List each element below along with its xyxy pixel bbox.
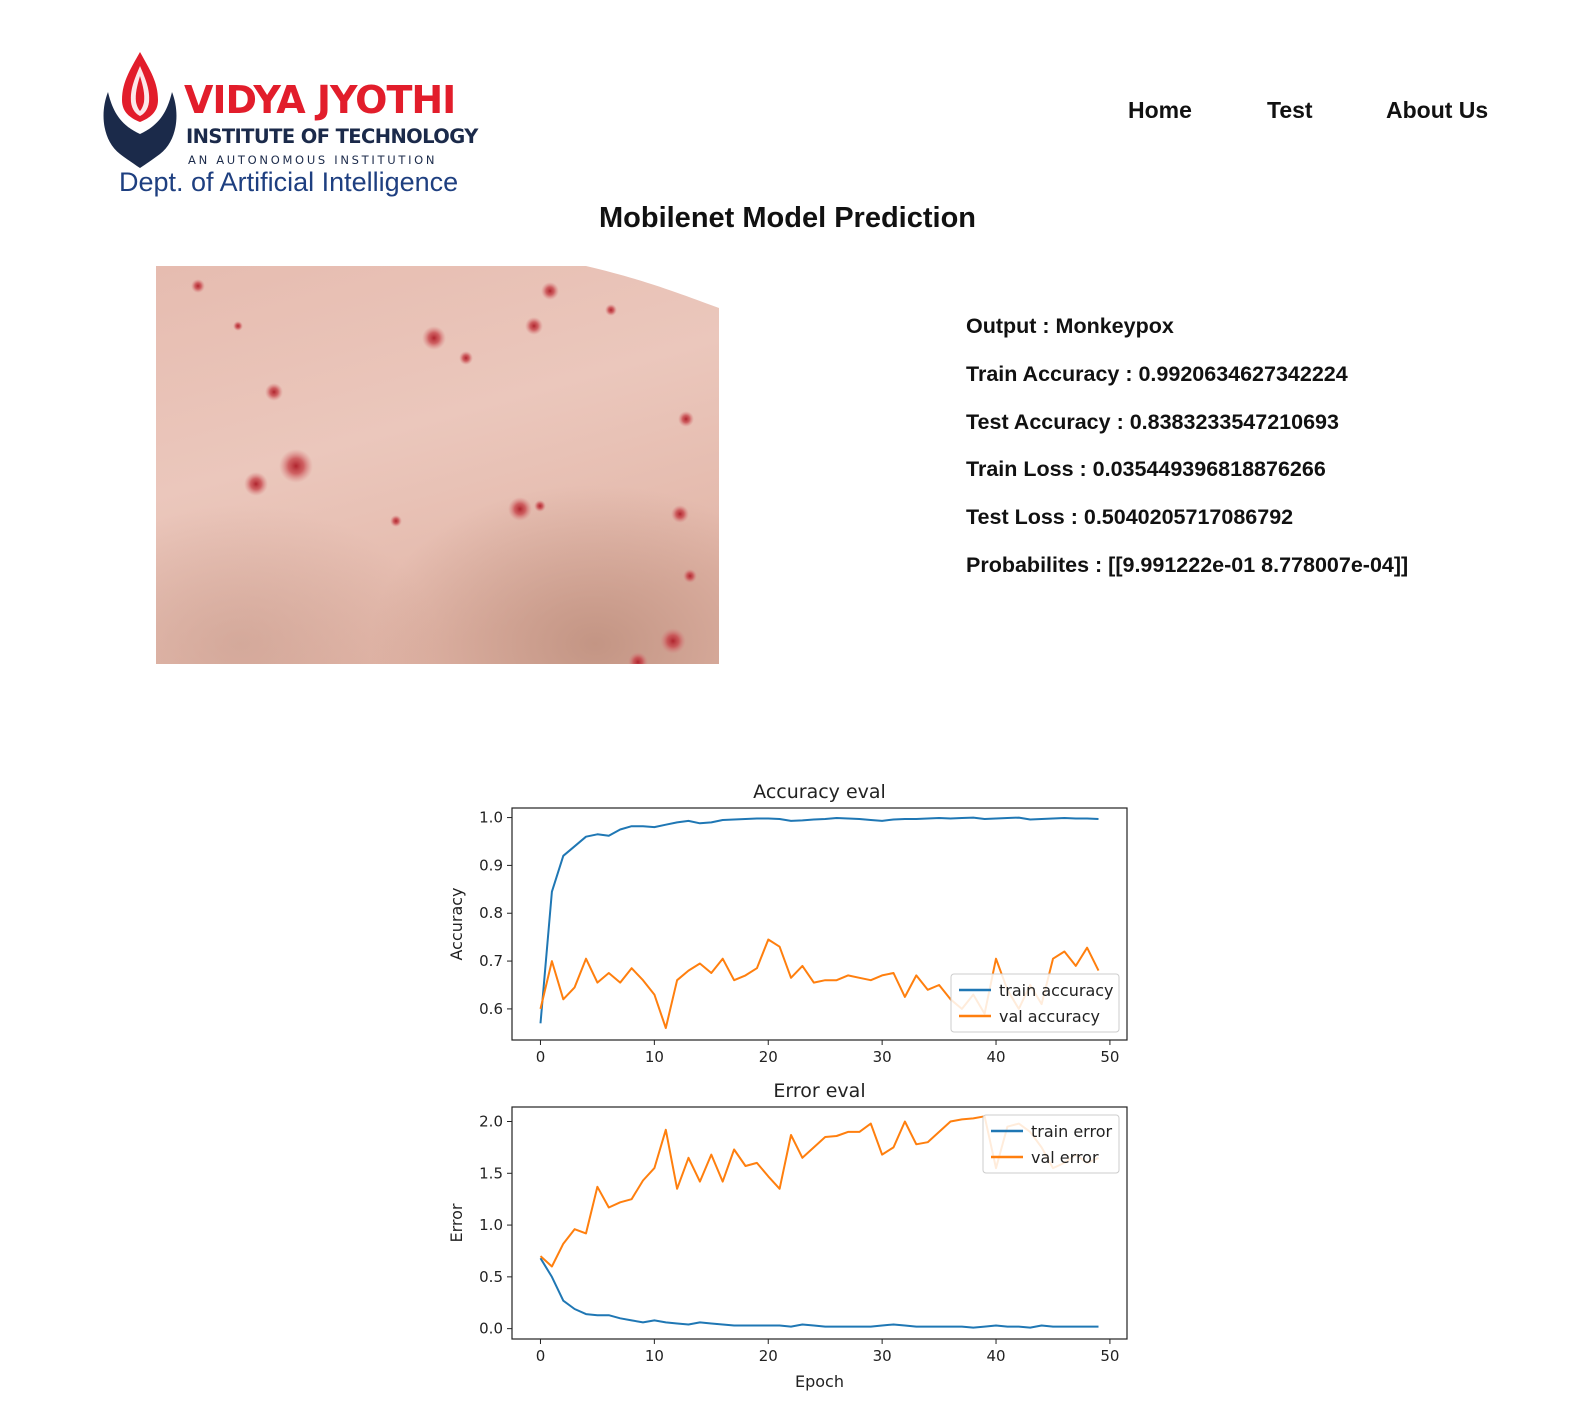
chart-legend: train accuracy val accuracy bbox=[950, 973, 1120, 1033]
test-loss-text: Test Loss : 0.5040205717086792 bbox=[966, 505, 1294, 530]
probabilities-text: Probabilites : [[9.991222e-01 8.778007e-… bbox=[966, 552, 1409, 577]
y-tick-label: 0.5 bbox=[479, 1268, 503, 1286]
x-tick-label: 40 bbox=[986, 1347, 1005, 1365]
x-tick-label: 50 bbox=[1100, 1048, 1119, 1066]
x-tick-label: 10 bbox=[645, 1048, 664, 1066]
logo-title: VIDYA JYOTHI bbox=[184, 78, 456, 122]
x-tick-label: 50 bbox=[1100, 1347, 1119, 1365]
y-axis-label: Accuracy bbox=[447, 887, 466, 960]
department-name: Dept. of Artificial Intelligence bbox=[119, 167, 459, 197]
train-loss-text: Train Loss : 0.035449396818876266 bbox=[966, 457, 1326, 482]
chart-1: Accuracy eval 0 10 20 30 40 50 0.6 0.7 0.8 0.9 1.0 A… bbox=[447, 781, 1128, 1066]
y-tick-label: 1.0 bbox=[479, 809, 503, 827]
nav-home-link[interactable]: Home bbox=[1128, 96, 1192, 124]
x-tick-label: 0 bbox=[536, 1048, 546, 1066]
y-tick-label: 0.8 bbox=[479, 904, 503, 922]
legend-label: val error bbox=[1031, 1148, 1099, 1167]
y-tick-label: 0.7 bbox=[479, 952, 503, 970]
x-tick-label: 0 bbox=[536, 1347, 546, 1365]
nav-about-us-link[interactable]: About Us bbox=[1386, 96, 1488, 124]
y-tick-label: 1.5 bbox=[479, 1164, 503, 1182]
chart-title: Error eval bbox=[773, 1080, 865, 1102]
legend-label: train accuracy bbox=[999, 981, 1114, 1000]
x-tick-label: 30 bbox=[873, 1347, 892, 1365]
institute-logo[interactable]: VIDYA JYOTHI INSTITUTE OF TECHNOLOGY AN … bbox=[100, 52, 500, 202]
x-axis-label: Epoch bbox=[795, 1372, 844, 1391]
page-title: Mobilenet Model Prediction bbox=[598, 202, 976, 234]
y-tick-label: 2.0 bbox=[479, 1113, 503, 1131]
legend-label: val accuracy bbox=[999, 1007, 1100, 1026]
training-charts: Accuracy eval 0 10 20 30 40 50 0.6 0.7 0.8 0.9 1.0 A… bbox=[447, 781, 1128, 1391]
y-tick-label: 0.6 bbox=[479, 1000, 503, 1018]
test-accuracy-text: Test Accuracy : 0.8383233547210693 bbox=[966, 409, 1339, 434]
x-tick-label: 20 bbox=[759, 1347, 778, 1365]
legend-label: train error bbox=[1031, 1122, 1112, 1141]
series-line-train-error bbox=[539, 1257, 1099, 1329]
nav-test-link[interactable]: Test bbox=[1267, 96, 1313, 124]
train-accuracy-text: Train Accuracy : 0.9920634627342224 bbox=[966, 361, 1348, 386]
x-tick-label: 10 bbox=[645, 1347, 664, 1365]
y-tick-label: 1.0 bbox=[479, 1216, 503, 1234]
uploaded-skin-image bbox=[156, 266, 719, 664]
prediction-results: Output : Monkeypox Train Accuracy : 0.99… bbox=[966, 312, 1408, 599]
x-tick-label: 40 bbox=[986, 1048, 1005, 1066]
logo-subtitle: INSTITUTE OF TECHNOLOGY bbox=[186, 125, 478, 148]
chart-2: Error eval 0 10 20 30 40 50 0.0 0.5 1.0 1.5 2.0 Erro… bbox=[447, 1080, 1128, 1391]
flame-emblem-icon bbox=[103, 52, 177, 168]
chart-title: Accuracy eval bbox=[753, 781, 886, 803]
logo-tagline: AN AUTONOMOUS INSTITUTION bbox=[188, 153, 438, 167]
output-label: Output : Monkeypox bbox=[966, 314, 1174, 338]
chart-legend: train error val error bbox=[982, 1114, 1120, 1174]
x-tick-label: 20 bbox=[759, 1048, 778, 1066]
x-tick-label: 30 bbox=[873, 1048, 892, 1066]
y-tick-label: 0.0 bbox=[479, 1320, 503, 1338]
y-axis-label: Error bbox=[447, 1203, 466, 1242]
y-tick-label: 0.9 bbox=[479, 856, 503, 874]
